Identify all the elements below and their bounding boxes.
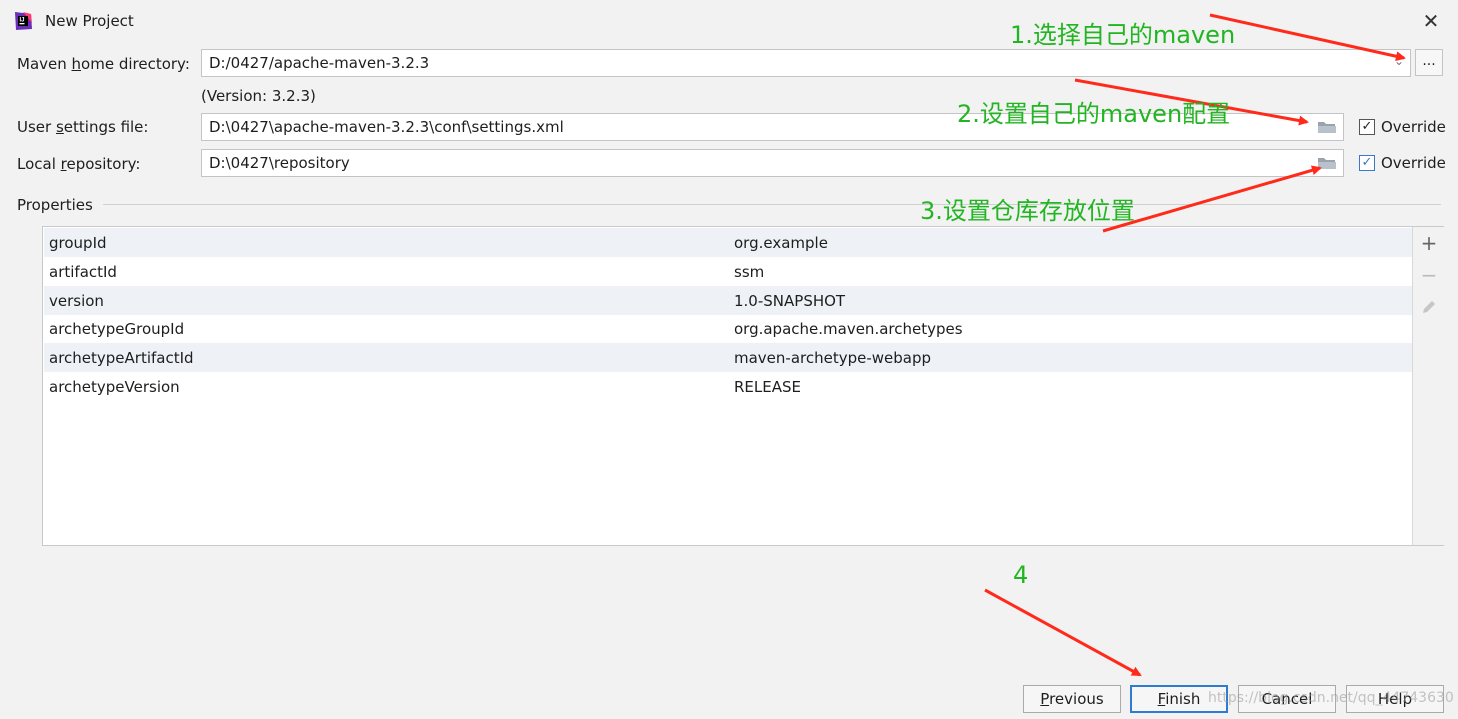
annotation-step3: 3.设置仓库存放位置 (920, 197, 1135, 225)
annotation-step1: 1.选择自己的maven (1010, 21, 1236, 49)
watermark: https://blog.csdn.net/qq_44743630 (1208, 690, 1454, 706)
arrow-3 (1102, 165, 1322, 233)
arrow-1 (1209, 13, 1406, 62)
annotation-arrows (984, 13, 1406, 677)
annotation-step2: 2.设置自己的maven配置 (957, 100, 1231, 128)
annotation-step4: 4 (1013, 561, 1029, 589)
arrow-4 (984, 588, 1142, 677)
